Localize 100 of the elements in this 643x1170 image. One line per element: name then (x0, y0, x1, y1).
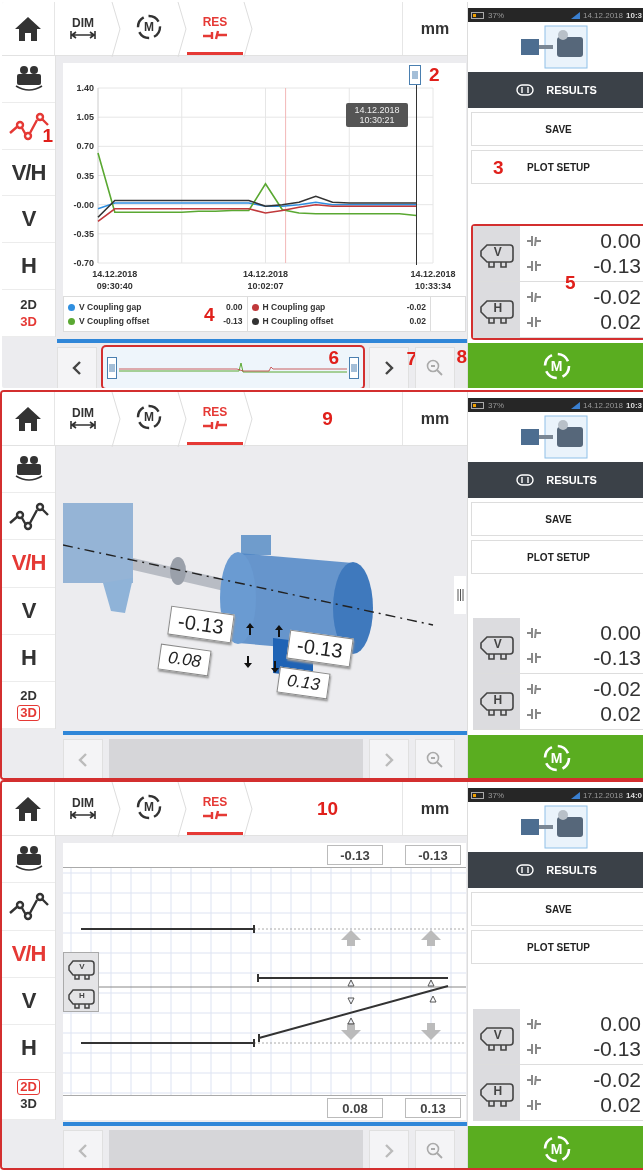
machine-label: H (493, 1083, 503, 1098)
status-date: 17.12.2018 (582, 790, 623, 800)
chevron-left-icon (72, 360, 82, 376)
y-tick-label: 1.40 (76, 83, 94, 93)
offset-icon (526, 708, 542, 720)
panel-button[interactable]: SAVE (471, 892, 643, 926)
view-option[interactable]: 3D (17, 313, 40, 330)
dimensions-step-tab[interactable]: DIM (55, 392, 111, 445)
measure-step-tab[interactable]: M (121, 2, 177, 55)
machine-label: V (493, 636, 502, 651)
overview-slider[interactable]: 6 (103, 347, 363, 388)
status-time: 10:3 (626, 400, 642, 410)
y-tick-label: 0.70 (76, 141, 94, 152)
gap-icon (526, 627, 542, 639)
offset-value: -0.13 (593, 646, 641, 670)
machine-label: V (79, 961, 85, 971)
view-mode-button[interactable]: H (19, 642, 38, 673)
view-mode-button[interactable]: H (19, 251, 38, 282)
measure-step-tab[interactable]: M (121, 392, 177, 445)
chevron-right-icon (384, 360, 394, 376)
coupling-icon (516, 474, 535, 486)
coupling-value-label: 0.13 (276, 666, 331, 700)
offset-value: -0.13 (593, 254, 641, 278)
coupling-icon (516, 864, 535, 876)
view-option[interactable]: 2D (17, 296, 40, 313)
panel-button[interactable]: PLOT SETUP (471, 540, 643, 574)
y-tick-label: 1.05 (76, 112, 94, 123)
battery-icon (471, 11, 485, 19)
results-step-tab[interactable]: RES (187, 2, 243, 55)
callout-number: 8 (456, 347, 467, 366)
results-step-tab[interactable]: RES (187, 392, 243, 445)
cursor-handle[interactable] (409, 65, 421, 85)
zoom-icon (426, 1142, 444, 1160)
machine-label: H (493, 300, 503, 315)
legend-label: V Coupling offset (79, 316, 151, 326)
view-mode-button[interactable]: V (19, 595, 38, 626)
home-icon (13, 14, 43, 43)
view-mode-button[interactable]: V/H (9, 938, 48, 969)
down-arrow-icon (244, 656, 252, 668)
range-handle[interactable] (349, 356, 359, 379)
view-mode-button[interactable]: V (19, 204, 38, 235)
panel-button[interactable]: SAVE (471, 112, 643, 146)
dimensions-step-tab[interactable]: DIM (55, 782, 111, 835)
legend-value: -0.02 (406, 302, 426, 312)
offset-value: 0.02 (600, 1093, 641, 1117)
panel-button[interactable]: PLOT SETUP (471, 930, 643, 964)
gap-value: 0.00 (600, 621, 641, 645)
gap-value: 0.00 (600, 1012, 641, 1036)
offset-icon (526, 1099, 542, 1111)
results-title: RESULTS (546, 474, 597, 486)
gap-icon (526, 1074, 542, 1086)
panel-button[interactable]: SAVE (471, 502, 643, 536)
zoom-icon (426, 359, 444, 377)
up-arrow-icon (246, 623, 254, 635)
results-title: RESULTS (546, 84, 597, 96)
signal-icon (570, 11, 580, 19)
coupling-value-label: 0.08 (157, 643, 212, 677)
zoom-icon (426, 751, 444, 769)
next-button[interactable] (369, 347, 409, 388)
rotation-arrows-icon (135, 403, 163, 431)
battery-icon (471, 401, 485, 409)
view-option[interactable]: 3D (17, 705, 40, 722)
coupling-icon (516, 84, 535, 96)
down-arrow-icon (271, 661, 279, 673)
results-step-tab[interactable]: RES (187, 782, 243, 835)
view-mode-button[interactable]: V (19, 986, 38, 1017)
legend-label: V Coupling gap (79, 302, 143, 312)
range-handle[interactable] (107, 356, 117, 379)
value-box: 0.13 (405, 1098, 461, 1118)
status-date: 14.12.2018 (582, 10, 623, 20)
view-option[interactable]: 2D (17, 688, 40, 705)
chevron-right-icon (384, 1143, 394, 1159)
view-option[interactable]: 2D (17, 1079, 40, 1096)
gap-icon (526, 291, 542, 303)
legend-label: H Coupling offset (262, 316, 335, 326)
machine-label: H (493, 692, 503, 707)
previous-button[interactable] (57, 347, 97, 388)
value-box: -0.13 (405, 845, 461, 865)
view-mode-button[interactable]: V/H (9, 157, 48, 188)
dimensions-step-tab[interactable]: DIM (55, 2, 111, 55)
x-tick-label: 14.12.2018 09:30:40 (92, 269, 138, 291)
x-tick-label: 14.12.2018 10:33:34 (410, 269, 456, 291)
gap-value: -0.02 (593, 1068, 641, 1092)
coupling-icon (202, 29, 228, 40)
callout-number: 5 (565, 273, 576, 292)
offset-icon (526, 260, 542, 272)
view-option[interactable]: 3D (17, 1096, 40, 1113)
callout-number: 1 (42, 125, 53, 145)
measure-step-tab[interactable]: M (121, 782, 177, 835)
gap-value: 0.00 (600, 229, 641, 253)
gap-icon (526, 1018, 542, 1030)
home-icon (13, 794, 43, 823)
signal-icon (570, 401, 580, 409)
panel-handle[interactable] (454, 576, 466, 614)
trend-line-icon (8, 891, 49, 922)
view-mode-button[interactable]: V/H (9, 548, 48, 579)
offset-value: 0.02 (600, 310, 641, 334)
rotation-arrows-icon (541, 742, 572, 773)
status-date: 14.12.2018 (582, 400, 623, 410)
view-mode-button[interactable]: H (19, 1033, 38, 1064)
